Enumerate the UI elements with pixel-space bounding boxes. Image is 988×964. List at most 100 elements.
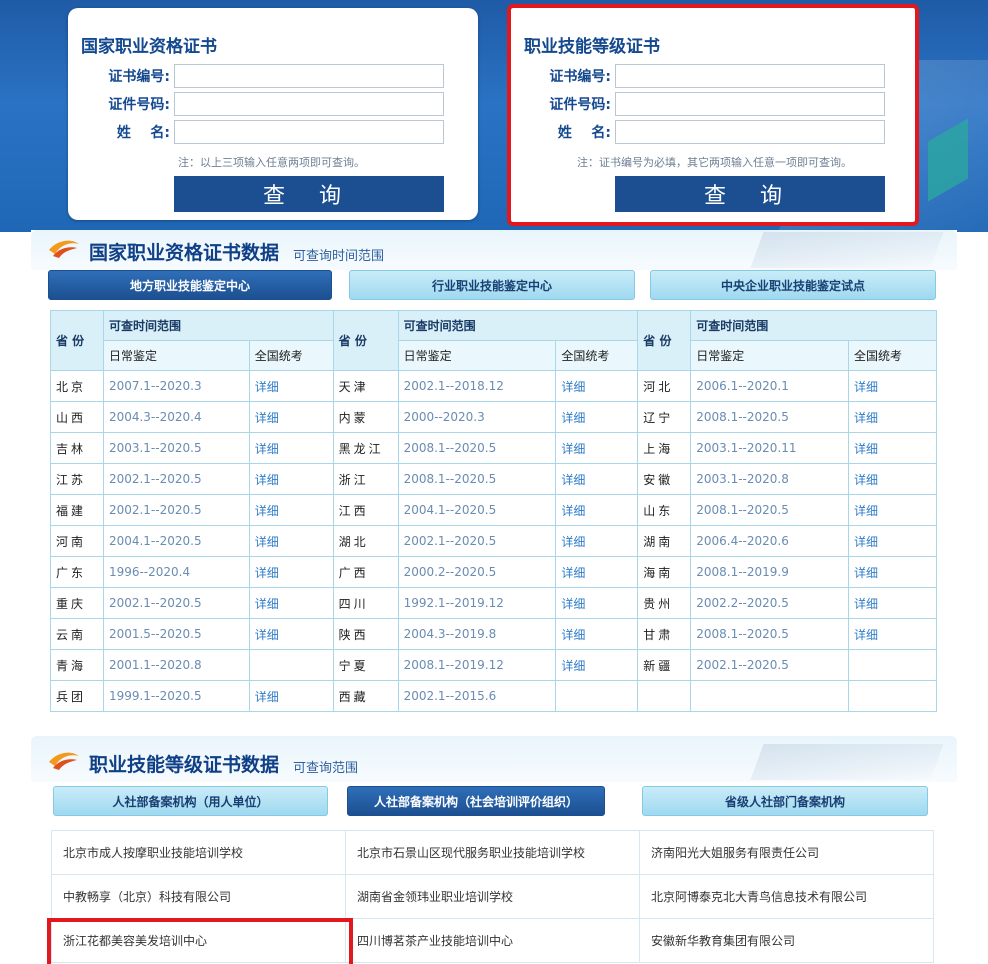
range-cell: 2000--2020.3 xyxy=(397,401,557,433)
col-daily: 日常鉴定 xyxy=(397,340,557,371)
range-cell: 2002.1--2015.6 xyxy=(397,680,557,712)
range-cell: 2004.3--2019.8 xyxy=(397,618,557,650)
detail-link[interactable]: 详细 xyxy=(555,556,639,588)
query-button[interactable]: 查 询 xyxy=(174,176,444,212)
detail-link[interactable]: 详细 xyxy=(848,618,937,650)
id-number-input[interactable] xyxy=(615,92,885,116)
tab-central-enterprise[interactable]: 中央企业职业技能鉴定试点 xyxy=(650,270,936,300)
detail-link[interactable]: 详细 xyxy=(555,463,639,495)
detail-link[interactable]: 详细 xyxy=(555,370,639,402)
name-label: 姓 名: xyxy=(116,125,170,141)
detail-link[interactable]: 详细 xyxy=(848,463,937,495)
range-cell: 2001.5--2020.5 xyxy=(102,618,250,650)
cert-number-label: 证书编号: xyxy=(549,69,611,85)
id-number-input[interactable] xyxy=(174,92,444,116)
org-link[interactable]: 安徽新华教育集团有限公司 xyxy=(639,918,934,963)
province-cell: 四川 xyxy=(332,587,399,619)
detail-link[interactable]: 详细 xyxy=(848,525,937,557)
detail-link[interactable]: 详细 xyxy=(248,525,334,557)
detail-link[interactable]: 详细 xyxy=(248,556,334,588)
range-cell: 2002.1--2018.12 xyxy=(397,370,557,402)
table-subheader-row: 日常鉴定 全国统考 日常鉴定 全国统考 日常鉴定 全国统考 xyxy=(51,340,937,371)
range-cell: 2007.1--2020.3 xyxy=(102,370,250,402)
province-cell: 内蒙 xyxy=(332,401,399,433)
org-link[interactable]: 四川博茗茶产业技能培训中心 xyxy=(345,918,640,963)
tab-industry-center[interactable]: 行业职业技能鉴定中心 xyxy=(349,270,635,300)
table-row: 广东 1996--2020.4 详细 广西 2000.2--2020.5 详细 海南 2008… xyxy=(50,556,937,588)
detail-link xyxy=(248,649,334,681)
range-cell: 2008.1--2019.12 xyxy=(397,649,557,681)
query-box-national-qualification: 国家职业资格证书 证书编号: 证件号码: 姓 名: 注：以上三项输入任意两项即可… xyxy=(68,8,478,220)
tab-provincial[interactable]: 省级人社部门备案机构 xyxy=(642,786,928,816)
id-number-label: 证件号码: xyxy=(549,97,611,113)
table-row: 福建 2002.1--2020.5 详细 江西 2004.1--2020.5 详细 山东 20… xyxy=(50,494,937,526)
org-link[interactable]: 济南阳光大姐服务有限责任公司 xyxy=(639,830,934,875)
col-national: 全国统考 xyxy=(248,340,334,371)
province-cell: 河南 xyxy=(50,525,104,557)
range-cell: 2008.1--2020.5 xyxy=(397,432,557,464)
range-cell: 2008.1--2020.5 xyxy=(690,494,850,526)
province-cell: 贵州 xyxy=(637,587,692,619)
detail-link[interactable]: 详细 xyxy=(555,649,639,681)
detail-link[interactable]: 详细 xyxy=(848,587,937,619)
province-cell: 广西 xyxy=(332,556,399,588)
detail-link[interactable]: 详细 xyxy=(848,370,937,402)
cert-number-input[interactable] xyxy=(174,64,444,88)
col-province: 省 份 xyxy=(332,310,399,371)
panel-subtitle: 可查询时间范围 xyxy=(293,249,385,264)
detail-link[interactable]: 详细 xyxy=(248,370,334,402)
tab-mohrss-employer[interactable]: 人社部备案机构（用人单位） xyxy=(53,786,328,816)
detail-link[interactable]: 详细 xyxy=(248,618,334,650)
range-cell: 2008.1--2020.5 xyxy=(690,401,850,433)
detail-link[interactable]: 详细 xyxy=(848,401,937,433)
org-link[interactable]: 北京阿博泰克北大青鸟信息技术有限公司 xyxy=(639,874,934,919)
detail-link[interactable]: 详细 xyxy=(248,494,334,526)
tab-local-center[interactable]: 地方职业技能鉴定中心 xyxy=(48,270,332,300)
detail-link[interactable]: 详细 xyxy=(555,432,639,464)
detail-link[interactable]: 详细 xyxy=(248,401,334,433)
org-link[interactable]: 中教畅享（北京）科技有限公司 xyxy=(51,874,346,919)
detail-link[interactable]: 详细 xyxy=(555,618,639,650)
name-input[interactable] xyxy=(615,120,885,144)
province-cell: 上海 xyxy=(637,432,692,464)
detail-link[interactable]: 详细 xyxy=(248,432,334,464)
detail-link[interactable]: 详细 xyxy=(555,401,639,433)
org-link[interactable]: 北京市石景山区现代服务职业技能培训学校 xyxy=(345,830,640,875)
detail-link[interactable]: 详细 xyxy=(848,556,937,588)
national-qualification-panel: 国家职业资格证书数据 可查询时间范围 地方职业技能鉴定中心 行业职业技能鉴定中心… xyxy=(31,230,957,722)
province-cell: 江西 xyxy=(332,494,399,526)
range-cell xyxy=(690,680,850,712)
province-cell: 陕西 xyxy=(332,618,399,650)
range-cell: 2003.1--2020.5 xyxy=(102,432,250,464)
province-cell: 吉林 xyxy=(50,432,104,464)
col-province: 省 份 xyxy=(637,310,692,371)
detail-link[interactable]: 详细 xyxy=(848,494,937,526)
tab-mohrss-training-org[interactable]: 人社部备案机构（社会培训评价组织） xyxy=(347,786,605,816)
range-cell: 2002.1--2020.5 xyxy=(397,525,557,557)
province-cell: 辽宁 xyxy=(637,401,692,433)
range-cell: 2003.1--2020.11 xyxy=(690,432,850,464)
panel-header: 职业技能等级证书数据 可查询范围 xyxy=(31,736,957,782)
org-link[interactable]: 北京市成人按摩职业技能培训学校 xyxy=(51,830,346,875)
col-range: 可查时间范围 xyxy=(397,310,639,341)
detail-link[interactable]: 详细 xyxy=(555,525,639,557)
detail-link[interactable]: 详细 xyxy=(555,587,639,619)
name-input[interactable] xyxy=(174,120,444,144)
range-cell: 2002.1--2020.5 xyxy=(102,494,250,526)
cert-number-row: 证书编号: xyxy=(86,64,444,88)
detail-link[interactable]: 详细 xyxy=(248,463,334,495)
detail-link[interactable]: 详细 xyxy=(555,494,639,526)
query-button[interactable]: 查 询 xyxy=(615,176,885,212)
org-link[interactable]: 湖南省金领玮业职业培训学校 xyxy=(345,874,640,919)
province-cell: 宁夏 xyxy=(332,649,399,681)
table-row: 青海 2001.1--2020.8 宁夏 2008.1--2019.12 详细 新疆 200… xyxy=(50,649,937,681)
org-row: 北京市成人按摩职业技能培训学校 北京市石景山区现代服务职业技能培训学校 济南阳光大姐… xyxy=(51,830,934,875)
qualification-table: 省 份 可查时间范围 省 份 可查时间范围 省 份 可查时间范围 日常鉴定 全国… xyxy=(50,310,937,712)
cert-number-input[interactable] xyxy=(615,64,885,88)
detail-link[interactable]: 详细 xyxy=(248,587,334,619)
table-row: 兵团 1999.1--2020.5 详细 西藏 2002.1--2015.6 xyxy=(50,680,937,712)
detail-link[interactable]: 详细 xyxy=(848,432,937,464)
detail-link[interactable]: 详细 xyxy=(248,680,334,712)
query-note: 注：以上三项输入任意两项即可查询。 xyxy=(178,156,365,169)
province-cell: 兵团 xyxy=(50,680,104,712)
